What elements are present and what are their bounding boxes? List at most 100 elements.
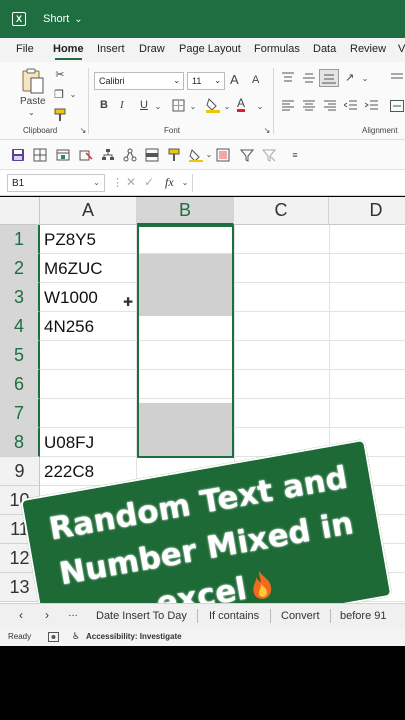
chevron-down-icon[interactable]: ⌄ bbox=[66, 88, 80, 102]
fill-color-icon[interactable] bbox=[206, 97, 220, 113]
wrap-text-icon[interactable] bbox=[390, 72, 404, 84]
italic-button[interactable]: I bbox=[120, 99, 124, 111]
tab-draw[interactable]: Draw bbox=[139, 43, 165, 55]
increase-font-size-button[interactable]: A bbox=[230, 72, 239, 87]
decrease-indent-icon[interactable] bbox=[344, 100, 358, 112]
tab-file[interactable]: File bbox=[16, 43, 34, 55]
cell-a[interactable] bbox=[40, 341, 137, 370]
scroll-right-icon[interactable]: › bbox=[45, 608, 49, 622]
insert-table-icon[interactable] bbox=[56, 148, 70, 162]
highlight-cells-icon[interactable] bbox=[216, 148, 230, 162]
cell-a[interactable] bbox=[40, 370, 137, 399]
align-bottom-icon[interactable] bbox=[319, 69, 339, 87]
borders-icon[interactable] bbox=[172, 99, 185, 112]
fill-color-icon[interactable] bbox=[189, 148, 203, 162]
increase-indent-icon[interactable] bbox=[365, 100, 379, 112]
sheet-tab-convert[interactable]: Convert bbox=[281, 610, 320, 622]
underline-button[interactable]: U bbox=[140, 99, 148, 111]
chevron-down-icon[interactable]: ⌄ bbox=[28, 108, 35, 117]
align-middle-icon[interactable] bbox=[302, 72, 316, 84]
more-options-icon[interactable]: ⋮ bbox=[112, 176, 123, 189]
chevron-down-icon[interactable]: ⌄ bbox=[186, 100, 200, 114]
chevron-down-icon[interactable]: ⌄ bbox=[358, 72, 372, 86]
chevron-down-icon[interactable]: ⌄ bbox=[253, 100, 267, 114]
clear-format-icon[interactable] bbox=[79, 148, 93, 162]
accessibility-status[interactable]: Accessibility: Investigate bbox=[86, 632, 182, 641]
merge-center-icon[interactable] bbox=[390, 100, 404, 112]
row-header[interactable]: 4 bbox=[0, 312, 40, 341]
font-name-select[interactable]: Calibri ⌄ bbox=[94, 72, 184, 90]
filter-icon[interactable] bbox=[240, 148, 254, 162]
align-top-icon[interactable] bbox=[281, 72, 295, 84]
paste-label[interactable]: Paste bbox=[20, 96, 46, 107]
column-header-a[interactable]: A bbox=[40, 197, 137, 225]
tab-formulas[interactable]: Formulas bbox=[254, 43, 300, 55]
clear-filter-icon[interactable] bbox=[262, 148, 276, 162]
chevron-down-icon[interactable]: ⌄ bbox=[202, 148, 216, 162]
macro-recording-icon[interactable] bbox=[48, 632, 59, 642]
row-header[interactable]: 8 bbox=[0, 428, 40, 457]
align-right-icon[interactable] bbox=[323, 100, 337, 112]
format-painter-icon[interactable] bbox=[53, 108, 67, 122]
accessibility-icon[interactable]: ♿ bbox=[72, 631, 80, 642]
tab-home[interactable]: Home bbox=[53, 43, 84, 60]
column-header-c[interactable]: C bbox=[234, 197, 329, 225]
column-header-b[interactable]: B bbox=[137, 197, 234, 225]
chevron-down-icon[interactable]: ⌄ bbox=[178, 176, 192, 190]
cut-icon[interactable]: ✂ bbox=[53, 68, 67, 82]
tab-page-layout[interactable]: Page Layout bbox=[179, 43, 241, 55]
copy-icon[interactable]: ❐ bbox=[52, 88, 66, 102]
cell-a[interactable]: PZ8Y5 bbox=[40, 225, 137, 254]
select-all-corner[interactable] bbox=[0, 197, 40, 225]
more-sheets-icon[interactable]: … bbox=[68, 608, 78, 619]
relationships-icon[interactable] bbox=[123, 148, 137, 162]
cell-a[interactable]: U08FJ bbox=[40, 428, 137, 457]
tab-data[interactable]: Data bbox=[313, 43, 336, 55]
sheet-tab-before-91[interactable]: before 91 bbox=[340, 610, 386, 622]
scroll-left-icon[interactable]: ‹ bbox=[19, 608, 23, 622]
insert-function-button[interactable]: fx bbox=[165, 175, 174, 190]
dialog-launcher-icon[interactable]: ↘ bbox=[260, 124, 274, 138]
row-header[interactable]: 6 bbox=[0, 370, 40, 399]
sheet-tab-date-insert[interactable]: Date Insert To Day bbox=[96, 610, 187, 622]
row-header[interactable]: 9 bbox=[0, 457, 40, 486]
format-painter-icon[interactable] bbox=[167, 148, 181, 162]
decrease-font-size-button[interactable]: A bbox=[252, 74, 259, 86]
row-header[interactable]: 3 bbox=[0, 283, 40, 312]
customize-toolbar-icon[interactable]: ≡ bbox=[288, 148, 302, 162]
row-header[interactable]: 5 bbox=[0, 341, 40, 370]
selection-range-b1-b8[interactable] bbox=[137, 225, 234, 458]
enter-check-icon[interactable]: ✓ bbox=[144, 175, 154, 189]
excel-logo-icon: X bbox=[12, 12, 26, 26]
chevron-down-icon[interactable]: ⌄ bbox=[220, 100, 234, 114]
tab-view[interactable]: V bbox=[398, 43, 405, 55]
column-header-d[interactable]: D bbox=[329, 197, 405, 225]
name-box[interactable]: B1 ⌄ bbox=[7, 174, 105, 192]
tab-review[interactable]: Review bbox=[350, 43, 386, 55]
font-color-icon[interactable]: A bbox=[237, 97, 246, 112]
align-center-icon[interactable] bbox=[302, 100, 316, 112]
save-icon[interactable] bbox=[11, 148, 25, 162]
tab-insert[interactable]: Insert bbox=[97, 43, 125, 55]
row-header[interactable]: 7 bbox=[0, 399, 40, 428]
cell-a[interactable]: M6ZUC bbox=[40, 254, 137, 283]
worksheet-grid[interactable]: A B C D 1 PZ8Y5 2 M6ZUC 3 W1000 4 4N256 5 6 7 8 U08F… bbox=[0, 197, 405, 603]
document-title[interactable]: Short bbox=[43, 13, 69, 25]
insert-row-icon[interactable] bbox=[145, 148, 159, 162]
sheet-tab-if-contains[interactable]: If contains bbox=[209, 610, 259, 622]
cell-a[interactable]: 4N256 bbox=[40, 312, 137, 341]
bold-button[interactable]: B bbox=[100, 99, 108, 111]
table-grid-icon[interactable] bbox=[33, 148, 47, 162]
align-left-icon[interactable] bbox=[281, 100, 295, 112]
font-size-select[interactable]: 11 ⌄ bbox=[187, 72, 225, 90]
orientation-icon[interactable]: ↗ bbox=[345, 71, 354, 84]
cancel-icon[interactable]: ✕ bbox=[126, 175, 136, 189]
chevron-down-icon[interactable]: ⌄ bbox=[74, 14, 82, 25]
row-header[interactable]: 1 bbox=[0, 225, 40, 254]
hierarchy-icon[interactable] bbox=[101, 148, 115, 162]
cell-a[interactable] bbox=[40, 399, 137, 428]
chevron-down-icon[interactable]: ⌄ bbox=[151, 100, 165, 114]
row-header[interactable]: 2 bbox=[0, 254, 40, 283]
paste-icon[interactable] bbox=[22, 68, 44, 94]
formula-input[interactable] bbox=[192, 174, 405, 192]
